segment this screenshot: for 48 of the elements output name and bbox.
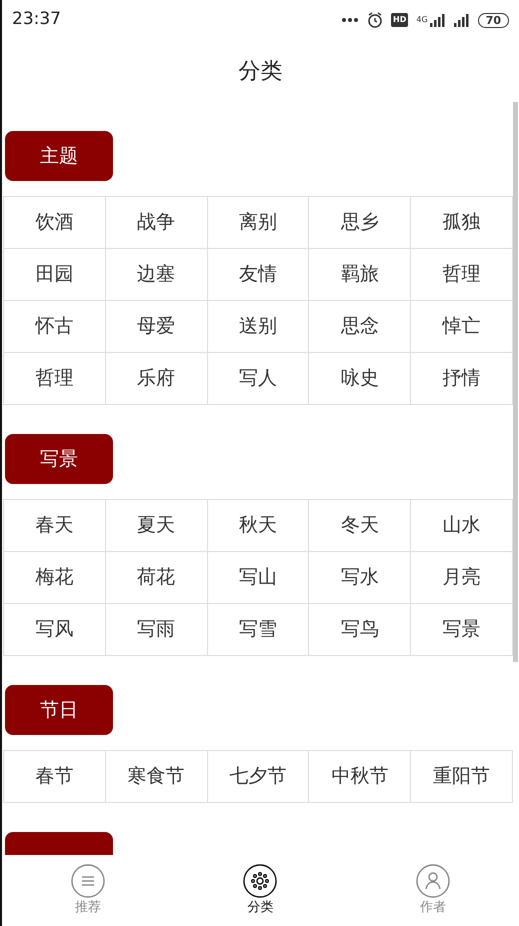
category-cell[interactable]: 春节 (4, 751, 106, 803)
category-cell[interactable]: 怀古 (4, 301, 106, 353)
category-cell[interactable]: 秋天 (208, 500, 310, 552)
category-cell[interactable]: 战争 (106, 197, 208, 249)
category-cell[interactable]: 写风 (4, 604, 106, 656)
menu-icon (71, 864, 106, 898)
status-time: 23:37 (12, 8, 61, 32)
category-cell[interactable]: 写山 (208, 552, 310, 604)
category-cell[interactable]: 思念 (309, 301, 412, 353)
nav-tab[interactable]: 分类 (243, 864, 278, 918)
person-icon (416, 864, 450, 898)
category-cell[interactable]: 羁旅 (309, 249, 412, 301)
category-cell[interactable]: 冬天 (309, 500, 412, 552)
flower-icon (243, 864, 278, 898)
category-cell[interactable]: 荷花 (106, 552, 208, 604)
category-cell[interactable]: 夏天 (106, 500, 208, 552)
category-cell[interactable]: 写人 (208, 353, 310, 405)
category-cell[interactable]: 写鸟 (309, 604, 412, 656)
more-icon (341, 17, 360, 23)
page-title: 分类 (238, 58, 282, 86)
category-cell[interactable]: 寒食节 (106, 751, 208, 803)
category-cell[interactable]: 田园 (4, 249, 106, 301)
category-cell[interactable]: 七夕节 (208, 751, 310, 803)
category-cell[interactable]: 中秋节 (309, 751, 412, 803)
category-cell[interactable]: 写水 (309, 552, 412, 604)
category-cell[interactable]: 边塞 (106, 249, 208, 301)
alarm-icon (367, 12, 384, 28)
hd-badge: HD (391, 13, 408, 27)
category-cell[interactable]: 送别 (208, 301, 310, 353)
category-cell[interactable]: 春天 (4, 500, 106, 552)
category-cell[interactable]: 梅花 (4, 552, 106, 604)
category-cell[interactable]: 友情 (208, 249, 310, 301)
category-cell[interactable]: 哲理 (4, 353, 106, 405)
nav-tab[interactable]: 作者 (416, 864, 450, 918)
category-cell[interactable]: 思乡 (309, 197, 412, 249)
category-cell[interactable]: 咏史 (309, 353, 412, 405)
battery-indicator: 70 (478, 12, 509, 28)
category-cell[interactable]: 离别 (208, 197, 310, 249)
category-cell[interactable]: 饮酒 (4, 197, 106, 249)
signal-icon (430, 14, 446, 26)
category-cell[interactable]: 写雨 (106, 604, 208, 656)
network-label: 4G (416, 14, 428, 26)
category-cell[interactable]: 乐府 (106, 353, 208, 405)
category-cell[interactable]: 写雪 (208, 604, 310, 656)
signal-icon (454, 14, 470, 26)
nav-tab[interactable]: 推荐 (71, 864, 106, 918)
category-cell[interactable]: 母爱 (106, 301, 208, 353)
category-cell[interactable]: 重阳节 (411, 751, 513, 803)
